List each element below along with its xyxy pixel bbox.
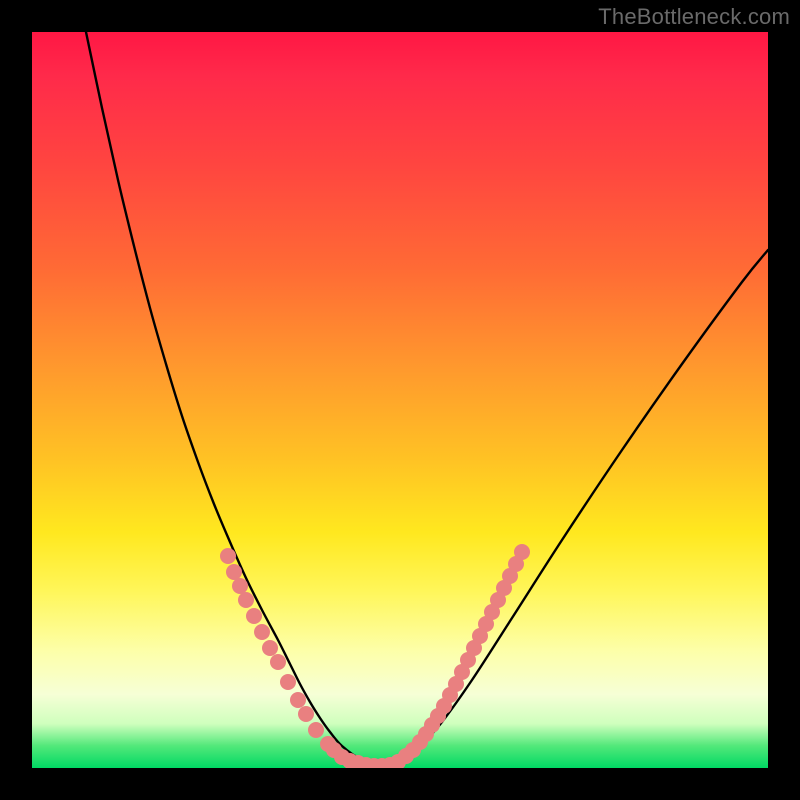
marker-dot [514, 544, 530, 560]
marker-dot [308, 722, 324, 738]
watermark-text: TheBottleneck.com [598, 4, 790, 30]
marker-dot [238, 592, 254, 608]
marker-dot [246, 608, 262, 624]
marker-dot [262, 640, 278, 656]
marker-dot [270, 654, 286, 670]
marker-dot [280, 674, 296, 690]
marker-dot [232, 578, 248, 594]
marker-dot [298, 706, 314, 722]
marker-dot [220, 548, 236, 564]
marker-dot [254, 624, 270, 640]
outer-frame: TheBottleneck.com [0, 0, 800, 800]
plot-area [32, 32, 768, 768]
marker-dot [226, 564, 242, 580]
marker-dot [290, 692, 306, 708]
chart-svg [32, 32, 768, 768]
curve-line [86, 32, 768, 766]
curve-markers [220, 544, 530, 768]
